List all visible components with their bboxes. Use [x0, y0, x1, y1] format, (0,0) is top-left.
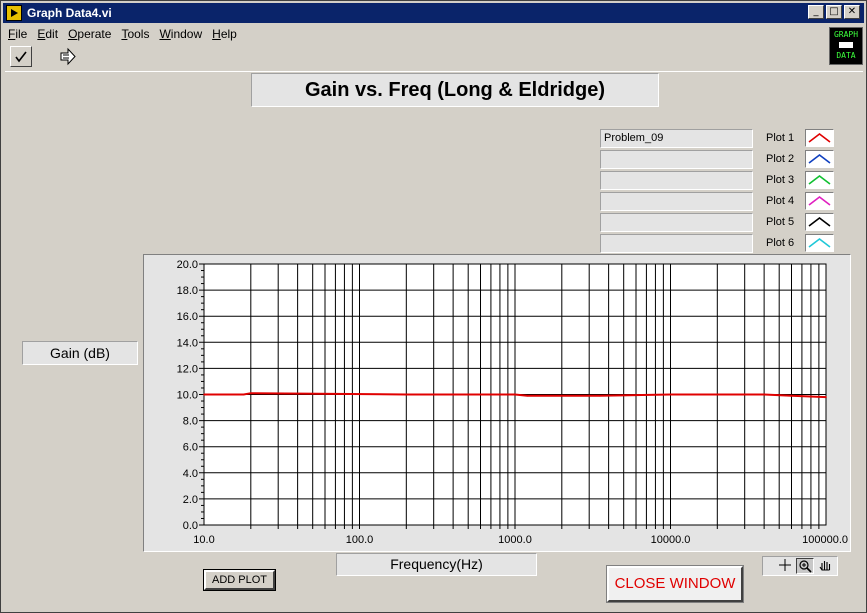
y-tick-label: 2.0	[183, 494, 198, 506]
legend-swatch-plot-2[interactable]	[805, 150, 834, 168]
y-tick-label: 8.0	[183, 416, 198, 428]
graph-frame: 0.0 2.0 4.0 6.0 8.0 10.0 12.0 14.0 16.0 18.0 20.0 1…	[143, 254, 851, 552]
graph-plot-area[interactable]: 0.0 2.0 4.0 6.0 8.0 10.0 12.0 14.0 16.0 18.0 20.0 1…	[144, 255, 850, 551]
legend-name-plot-2[interactable]	[600, 150, 753, 169]
menu-window[interactable]: Window	[154, 27, 207, 41]
data-point	[763, 393, 765, 396]
minimize-button[interactable]: _	[808, 5, 824, 19]
menu-help[interactable]: Help	[207, 27, 242, 41]
y-tick-label: 10.0	[177, 390, 198, 402]
checkmark-icon[interactable]	[10, 46, 32, 67]
title-bar[interactable]: Graph Data4.vi _ □ ✕	[3, 3, 864, 23]
menu-file[interactable]: File	[3, 27, 32, 41]
y-tick-label: 18.0	[177, 285, 198, 297]
menu-edit[interactable]: Edit	[32, 27, 63, 41]
x-tick-label: 100000.0	[802, 534, 848, 546]
y-tick-label: 6.0	[183, 442, 198, 454]
legend-label-plot-1: Plot 1	[766, 132, 795, 144]
legend-label-plot-2: Plot 2	[766, 153, 795, 165]
y-tick-label: 14.0	[177, 337, 198, 349]
window-title: Graph Data4.vi	[27, 6, 112, 20]
run-arrow-icon[interactable]	[57, 46, 79, 67]
data-point	[825, 396, 827, 398]
x-tick-label: 100.0	[346, 534, 374, 546]
graph-title[interactable]: Gain vs. Freq (Long & Eldridge)	[251, 73, 659, 107]
data-point	[242, 393, 245, 396]
legend-swatch-plot-1[interactable]	[805, 129, 834, 147]
graph-palette	[762, 556, 838, 576]
data-point	[598, 395, 601, 397]
crosshair-icon[interactable]	[776, 558, 794, 574]
legend-swatch-plot-3[interactable]	[805, 171, 834, 189]
add-plot-button[interactable]: ADD PLOT	[203, 569, 276, 591]
data-point	[203, 393, 205, 396]
legend-label-plot-4: Plot 4	[766, 195, 795, 207]
data-point	[250, 392, 252, 394]
maximize-button[interactable]: □	[826, 5, 842, 19]
menu-operate[interactable]: Operate	[63, 27, 116, 41]
zoom-icon[interactable]	[796, 558, 814, 574]
y-tick-label: 12.0	[177, 363, 198, 375]
x-axis-label[interactable]: Frequency(Hz)	[336, 553, 537, 576]
legend-name-plot-1[interactable]: Problem_09	[600, 129, 753, 148]
legend-name-plot-4[interactable]	[600, 192, 753, 211]
data-point	[514, 393, 516, 396]
data-point	[669, 393, 672, 396]
x-tick-label: 1000.0	[498, 534, 532, 546]
x-tick-label: 10000.0	[651, 534, 691, 546]
legend-label-plot-5: Plot 5	[766, 216, 795, 228]
legend-label-plot-3: Plot 3	[766, 174, 795, 186]
y-tick-label: 4.0	[183, 468, 198, 480]
toolbar	[3, 44, 823, 70]
y-tick-label: 20.0	[177, 259, 198, 271]
application-window: Graph Data4.vi _ □ ✕ File Edit Operate T…	[0, 0, 867, 613]
legend-name-plot-5[interactable]	[600, 213, 753, 232]
vi-logo-icon: GRAPH DATA	[829, 27, 863, 65]
pan-hand-icon[interactable]	[816, 558, 834, 574]
labview-vi-icon	[6, 5, 22, 21]
menu-bar: File Edit Operate Tools Window Help	[3, 24, 823, 43]
legend-swatch-plot-6[interactable]	[805, 234, 834, 252]
legend-swatch-plot-4[interactable]	[805, 192, 834, 210]
y-tick-label: 0.0	[183, 520, 198, 532]
y-tick-label: 16.0	[177, 311, 198, 323]
y-axis-label[interactable]: Gain (dB)	[22, 341, 138, 365]
data-point	[526, 395, 529, 397]
legend-swatch-plot-5[interactable]	[805, 213, 834, 231]
data-point	[790, 395, 793, 397]
data-point	[405, 393, 408, 396]
legend-name-plot-3[interactable]	[600, 171, 753, 190]
menu-tools[interactable]: Tools	[116, 27, 154, 41]
close-window-button[interactable]: CLOSE WINDOW	[606, 565, 744, 603]
legend-name-plot-6[interactable]	[600, 234, 753, 253]
x-tick-label: 10.0	[193, 534, 214, 546]
legend-label-plot-6: Plot 6	[766, 237, 795, 249]
close-button[interactable]: ✕	[844, 5, 860, 19]
